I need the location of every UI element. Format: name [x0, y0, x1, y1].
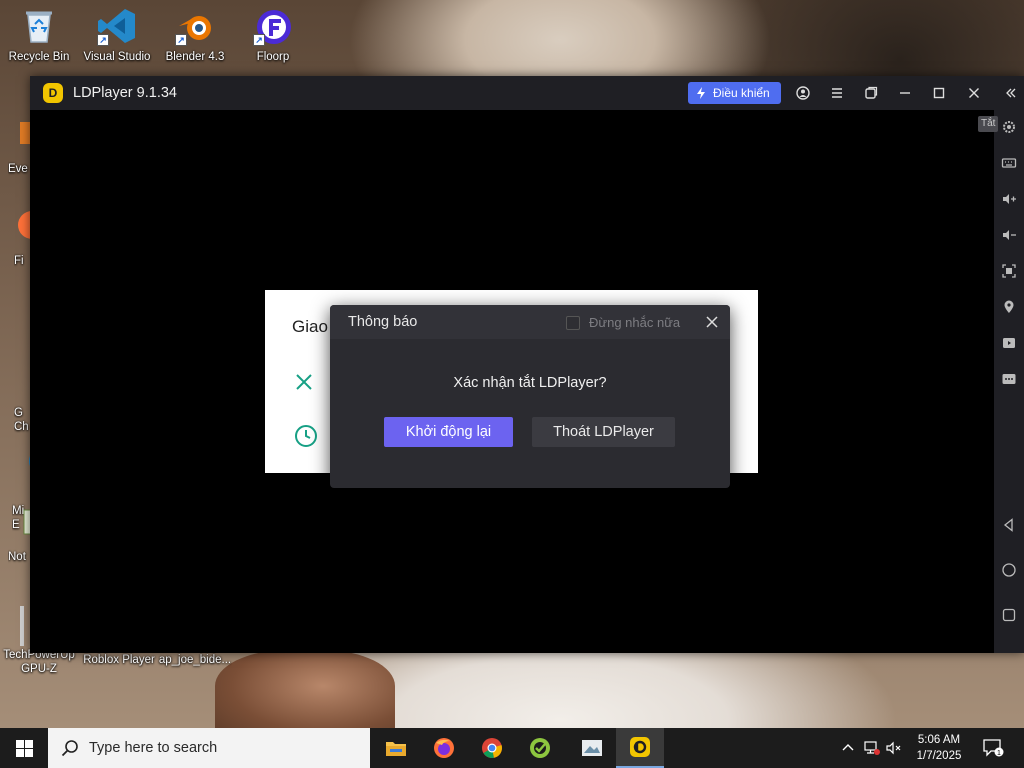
ldplayer-sidebar	[994, 110, 1024, 653]
desktop-icon-roblox[interactable]: Roblox Player	[80, 653, 158, 667]
desktop-icon-label: Recycle Bin	[8, 51, 70, 63]
start-button[interactable]	[0, 728, 48, 768]
edge-icon	[12, 432, 52, 475]
svg-text:1: 1	[997, 750, 1001, 757]
close-icon[interactable]	[294, 372, 314, 397]
control-button[interactable]: Điều khiển	[688, 82, 781, 104]
file-explorer-icon	[386, 742, 406, 756]
volume-down-icon[interactable]	[1000, 226, 1018, 244]
desktop-icon-label: Roblox Player	[83, 654, 155, 666]
dont-remind-label[interactable]: Đừng nhắc nữa	[589, 315, 680, 330]
taskbar-firefox[interactable]	[420, 728, 468, 768]
background-panel-title: Giao	[292, 317, 328, 336]
photos-icon	[582, 740, 602, 756]
chrome-icon	[482, 738, 502, 758]
desktop-icon-label: Blender 4.3	[165, 51, 225, 63]
dont-remind-checkbox[interactable]	[566, 316, 580, 330]
desktop-icon-label: Visual Studio	[83, 51, 151, 63]
volume-muted-icon[interactable]	[886, 740, 902, 756]
taskbar-ldplayer[interactable]	[616, 728, 664, 768]
taskbar-file-explorer[interactable]	[372, 728, 420, 768]
exit-ldplayer-button[interactable]: Thoát LDPlayer	[532, 417, 675, 447]
desktop-icon-visual-studio[interactable]: ↗ Visual Studio	[78, 6, 156, 64]
ldplayer-titlebar[interactable]: D LDPlayer 9.1.34 Điều khiển	[30, 76, 1024, 110]
dialog-header: Thông báo Đừng nhắc nữa	[330, 305, 730, 339]
firefox-icon	[434, 738, 454, 758]
window-title: LDPlayer 9.1.34	[73, 85, 177, 101]
taskbar-photos[interactable]	[568, 728, 616, 768]
location-icon[interactable]	[1000, 298, 1018, 316]
taskbar: Type here to search 5:06 AM 1/7/2025 1	[0, 728, 1024, 768]
visual-studio-icon: ↗	[97, 6, 137, 46]
wallpaper-detail	[215, 650, 395, 728]
menu-icon[interactable]	[828, 84, 846, 102]
search-placeholder: Type here to search	[89, 740, 218, 756]
system-clock[interactable]: 5:06 AM 1/7/2025	[908, 732, 970, 764]
clock-time: 5:06 AM	[917, 734, 961, 746]
multi-window-icon[interactable]	[862, 84, 880, 102]
collapse-sidebar-icon[interactable]	[1002, 84, 1020, 102]
restart-button[interactable]: Khởi động lại	[384, 417, 513, 447]
minimize-icon[interactable]	[896, 84, 914, 102]
blender-icon: ↗	[175, 6, 215, 46]
desktop-icon-floorp[interactable]: ↗ Floorp	[234, 6, 312, 64]
dialog-message: Xác nhận tắt LDPlayer?	[453, 375, 607, 391]
clock-date: 1/7/2025	[916, 750, 962, 762]
home-icon[interactable]	[1000, 561, 1018, 579]
volume-up-icon[interactable]	[1000, 190, 1018, 208]
lightning-icon	[697, 87, 705, 99]
desktop-icon-file[interactable]: ap_joe_bide...	[156, 653, 234, 667]
settings-gear-icon[interactable]	[1000, 118, 1018, 136]
taskbar-search[interactable]: Type here to search	[48, 728, 370, 768]
desktop-icon-label: Floorp	[256, 51, 290, 63]
windows-icon	[15, 739, 33, 757]
more-icon[interactable]	[1000, 370, 1018, 388]
ldplayer-logo-icon: D	[43, 83, 63, 103]
ldplayer-window: D LDPlayer 9.1.34 Điều khiển Giao Thông …	[30, 76, 1024, 653]
network-icon[interactable]	[864, 740, 880, 756]
desktop-icon-label: ap_joe_bide...	[158, 654, 232, 666]
back-icon[interactable]	[1000, 516, 1018, 534]
screenshot-icon[interactable]	[1000, 262, 1018, 280]
taskbar-app[interactable]	[516, 728, 564, 768]
confirm-exit-dialog: Thông báo Đừng nhắc nữa Xác nhận tắt LDP…	[330, 305, 730, 488]
account-icon[interactable]	[794, 84, 812, 102]
chevron-up-icon[interactable]	[840, 740, 856, 756]
dialog-close-icon[interactable]	[704, 314, 720, 330]
keyboard-icon[interactable]	[1000, 154, 1018, 172]
dialog-title: Thông báo	[348, 314, 418, 330]
control-button-label: Điều khiển	[713, 86, 770, 100]
taskbar-chrome[interactable]	[468, 728, 516, 768]
ldplayer-icon	[630, 737, 650, 757]
sidebar-tooltip: Tắt	[978, 116, 999, 132]
recycle-bin-icon	[19, 6, 59, 46]
app-icon	[530, 738, 550, 758]
floorp-icon: ↗	[253, 6, 293, 46]
search-icon	[61, 740, 78, 757]
close-icon[interactable]	[965, 84, 983, 102]
clock-icon[interactable]	[294, 424, 318, 453]
desktop-icon-blender[interactable]: ↗ Blender 4.3	[156, 6, 234, 64]
desktop-icon-recycle-bin[interactable]: Recycle Bin	[0, 6, 78, 64]
record-icon[interactable]	[1000, 334, 1018, 352]
recent-apps-icon[interactable]	[1000, 606, 1018, 624]
emulator-screen[interactable]: Giao Thông báo Đừng nhắc nữa Xác nhận tắ…	[30, 110, 994, 653]
maximize-icon[interactable]	[930, 84, 948, 102]
notification-icon[interactable]: 1	[982, 738, 1004, 758]
